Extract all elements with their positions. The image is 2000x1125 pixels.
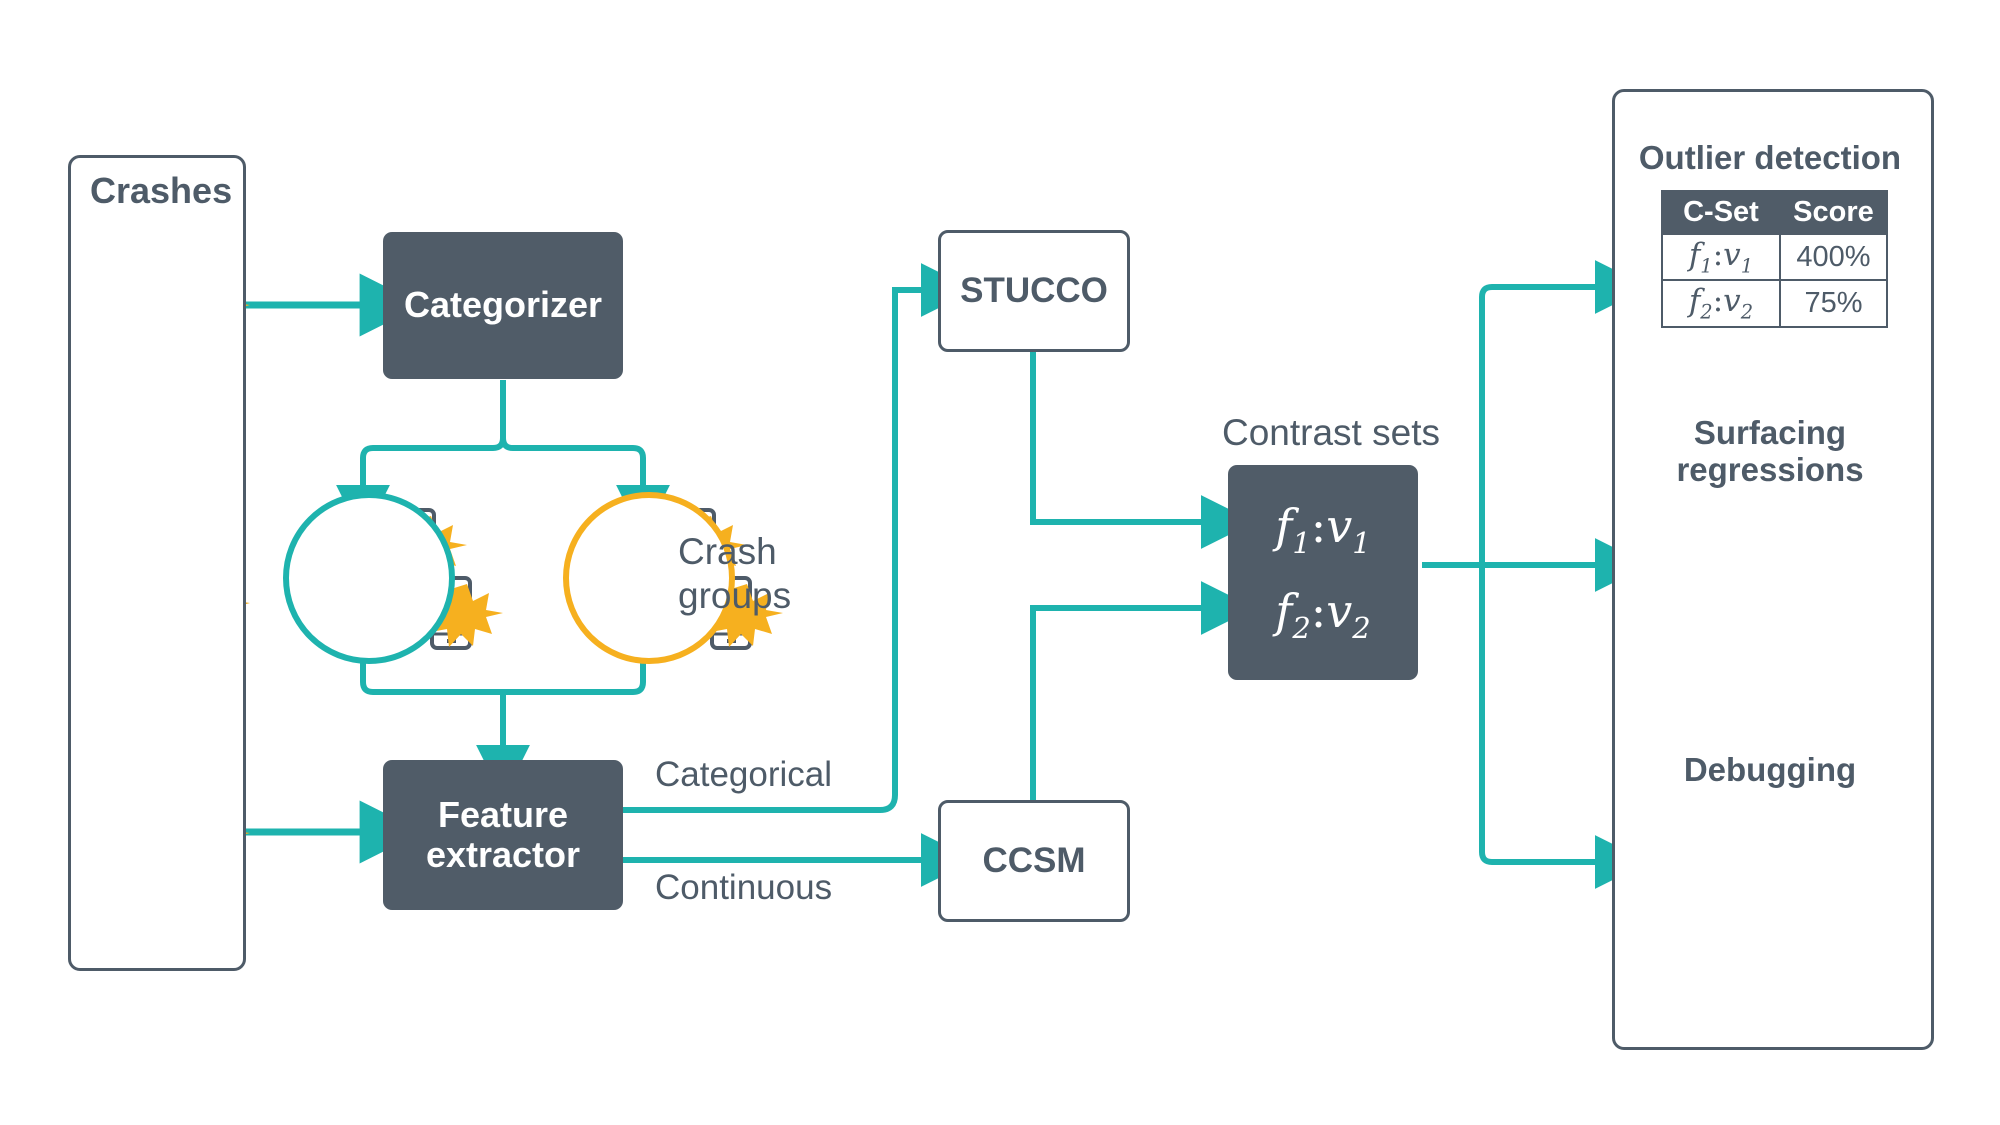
edge-categorizer-split	[336, 380, 506, 539]
diagram-canvas: Crashes Categorizer Crash groups Feature…	[0, 0, 2000, 1125]
categorizer-node[interactable]: Categorizer	[383, 232, 623, 379]
edge-contrastsets-to-outlier	[1479, 260, 1649, 565]
feature-extractor-label-line2: extractor	[425, 834, 581, 875]
table-header-cset: C-Set	[1661, 190, 1781, 235]
edge-contrastsets-to-debugging	[1479, 565, 1649, 889]
debugging-title: Debugging	[1683, 751, 1857, 788]
categorizer-label: Categorizer	[403, 284, 603, 326]
cell-score-2: 75%	[1778, 279, 1889, 328]
contrast-sets-node[interactable]: f1:v1 f2:v2	[1228, 465, 1418, 680]
edge-label-categorical: Categorical	[655, 755, 833, 794]
surfacing-regressions-title-line2: regressions	[1676, 450, 1864, 488]
contrast-sets-caption: Contrast sets	[1222, 412, 1440, 453]
edge-ccsm-to-contrast-sets	[1030, 581, 1255, 800]
crash-groups-label-line1: Crash	[678, 531, 777, 572]
crashes-panel	[68, 155, 246, 971]
feature-extractor-node[interactable]: Feature extractor	[383, 760, 623, 910]
cell-score-1: 400%	[1778, 232, 1889, 282]
stucco-label: STUCCO	[960, 271, 1108, 310]
edge-categorizer-split-right	[500, 380, 670, 539]
outlier-detection-title: Outlier detection	[1638, 139, 1902, 176]
ccsm-label: CCSM	[982, 841, 1086, 880]
table-row: f1:v1 400%	[1661, 232, 1889, 282]
cell-cset-2: f2:v2	[1661, 279, 1781, 328]
stucco-node[interactable]: STUCCO	[938, 230, 1130, 352]
crash-group-teal	[283, 492, 455, 664]
feature-extractor-label-line1: Feature	[437, 793, 569, 835]
table-row: f2:v2 75%	[1661, 279, 1889, 328]
surfacing-regressions-title: Surfacing regressions	[1612, 414, 1928, 489]
crash-groups-label: Crash groups	[678, 530, 791, 617]
outlier-detection-table: C-Set Score f1:v1 400% f2:v2 75%	[1661, 190, 1889, 328]
surfacing-regressions-title-line1: Surfacing	[1693, 414, 1847, 451]
table-header-row: C-Set Score	[1661, 190, 1889, 235]
contrast-set-row-1: f1:v1	[1275, 499, 1371, 561]
crashes-panel-title: Crashes	[90, 170, 233, 211]
table-header-score: Score	[1778, 190, 1889, 235]
cell-cset-1: f1:v1	[1661, 232, 1781, 282]
ccsm-node[interactable]: CCSM	[938, 800, 1130, 922]
edge-label-continuous: Continuous	[655, 868, 833, 907]
edge-stucco-to-contrast-sets	[1030, 348, 1255, 549]
crash-groups-label-line2: groups	[678, 574, 792, 616]
contrast-set-row-2: f2:v2	[1275, 583, 1371, 645]
